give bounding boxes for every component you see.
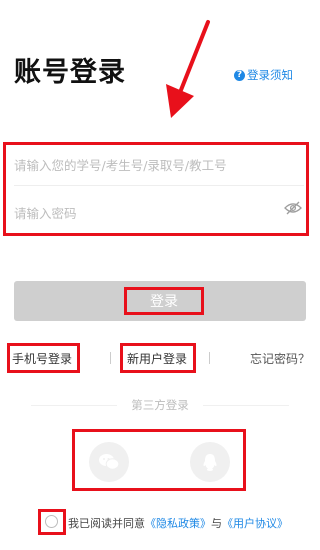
- agreement-checkbox[interactable]: [45, 515, 58, 528]
- agreement-and: 与: [211, 517, 222, 530]
- help-icon: ?: [234, 69, 245, 81]
- toggle-password-visibility-icon[interactable]: [284, 201, 302, 215]
- password-input[interactable]: [14, 205, 264, 221]
- title-line-left: [31, 404, 118, 406]
- qq-icon: [203, 453, 217, 471]
- login-notice-label: 登录须知: [247, 68, 293, 82]
- page-title: 账号登录: [14, 57, 126, 88]
- phone-login-link[interactable]: 手机号登录: [12, 350, 72, 367]
- login-notice-link[interactable]: ? 登录须知: [234, 67, 293, 83]
- input-divider: [14, 185, 304, 186]
- agreement-prefix: 我已阅读并同意: [68, 517, 145, 530]
- wechat-login-button[interactable]: [89, 442, 129, 482]
- qq-login-button[interactable]: [190, 442, 230, 482]
- annotation-arrow: [166, 20, 210, 118]
- account-field-row: [14, 147, 304, 183]
- password-field-row: [14, 195, 264, 231]
- forgot-password-link[interactable]: 忘记密码？: [250, 350, 310, 367]
- new-user-login-link[interactable]: 新用户登录: [127, 350, 187, 367]
- login-button-label: 登录: [150, 294, 178, 310]
- login-button-label-highlight: 登录: [124, 287, 204, 315]
- privacy-policy-link[interactable]: 《隐私政策》: [145, 515, 211, 531]
- account-input[interactable]: [14, 157, 304, 173]
- third-party-section-title: 第三方登录: [0, 397, 320, 413]
- user-agreement-link[interactable]: 《用户协议》: [222, 515, 288, 531]
- link-separator: [110, 352, 111, 364]
- title-line-right: [202, 404, 289, 406]
- third-party-title: 第三方登录: [131, 398, 189, 412]
- link-separator: [209, 352, 210, 364]
- agreement-text: 我已阅读并同意 《隐私政策》 与 《用户协议》: [68, 515, 288, 531]
- wechat-icon: [99, 454, 120, 470]
